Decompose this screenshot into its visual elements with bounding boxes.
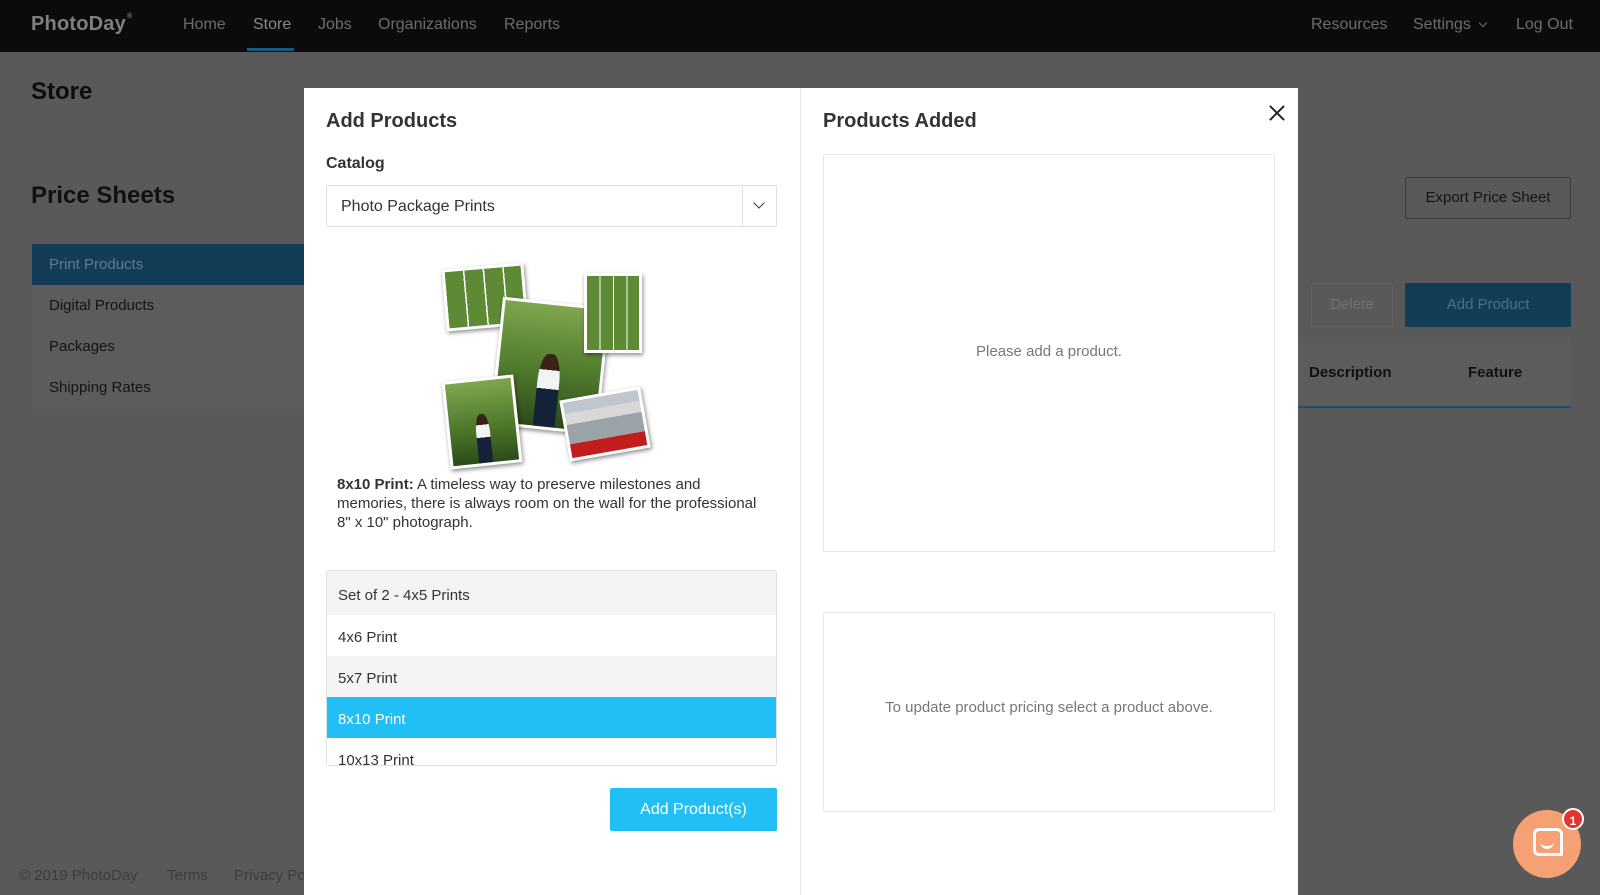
- products-added-box: Please add a product.: [823, 154, 1275, 552]
- products-added-title: Products Added: [823, 110, 977, 132]
- catalog-dropdown-toggle[interactable]: [742, 186, 776, 226]
- nav-organizations[interactable]: Organizations: [378, 16, 477, 34]
- empty-products-message: Please add a product.: [976, 343, 1122, 360]
- product-description-name: 8x10 Print:: [337, 476, 414, 493]
- catalog-select-value: Photo Package Prints: [341, 198, 495, 215]
- footer-privacy-link[interactable]: Privacy Po: [234, 867, 306, 884]
- preview-small-portrait: [441, 374, 523, 470]
- brand-logo[interactable]: PhotoDay®: [31, 13, 132, 36]
- nav-store[interactable]: Store: [253, 16, 291, 34]
- delete-button[interactable]: Delete: [1311, 283, 1393, 327]
- pricing-hint-message: To update product pricing select a produ…: [885, 699, 1213, 716]
- nav-logout[interactable]: Log Out: [1516, 16, 1573, 34]
- table-header-feature: Feature: [1468, 364, 1523, 381]
- product-item-10x13[interactable]: 10x13 Print: [327, 738, 776, 765]
- add-products-modal: Add Products Catalog Photo Package Print…: [304, 88, 1298, 895]
- top-nav: PhotoDay® Home Store Jobs Organizations …: [0, 0, 1600, 52]
- product-item-4x6[interactable]: 4x6 Print: [327, 615, 776, 656]
- preview-group-photo: [559, 386, 651, 462]
- chevron-down-icon: [1478, 18, 1488, 28]
- close-icon[interactable]: [1262, 98, 1292, 128]
- preview-wallet-strip: [584, 273, 642, 353]
- product-item-5x7[interactable]: 5x7 Print: [327, 656, 776, 697]
- sidebar-item-shipping-rates[interactable]: Shipping Rates: [32, 367, 304, 408]
- nav-settings[interactable]: Settings: [1413, 16, 1488, 34]
- product-list: Set of 2 - 4x5 Prints 4x6 Print 5x7 Prin…: [326, 570, 777, 766]
- nav-resources[interactable]: Resources: [1311, 16, 1387, 34]
- price-sheets-title: Price Sheets: [31, 182, 176, 209]
- page-title: Store: [31, 78, 93, 105]
- nav-reports[interactable]: Reports: [504, 16, 560, 34]
- nav-jobs[interactable]: Jobs: [318, 16, 352, 34]
- sidebar-item-packages[interactable]: Packages: [32, 326, 304, 367]
- catalog-label: Catalog: [326, 155, 385, 172]
- product-preview-image: [441, 258, 664, 473]
- footer-terms-link[interactable]: Terms: [167, 867, 208, 884]
- product-item-set-of-2-4x5[interactable]: Set of 2 - 4x5 Prints: [327, 571, 776, 615]
- table-header-divider: [1298, 406, 1571, 408]
- export-price-sheet-button[interactable]: Export Price Sheet: [1405, 177, 1571, 219]
- price-sheet-sidebar: Print Products Digital Products Packages…: [32, 244, 304, 410]
- modal-divider: [800, 88, 801, 895]
- chat-notification-badge: 1: [1562, 808, 1584, 830]
- catalog-select[interactable]: Photo Package Prints: [326, 185, 777, 227]
- sidebar-item-digital-products[interactable]: Digital Products: [32, 285, 304, 326]
- nav-active-indicator: [247, 48, 294, 51]
- chat-icon: [1533, 828, 1563, 856]
- add-products-title: Add Products: [326, 110, 458, 132]
- table-header-description: Description: [1309, 364, 1392, 381]
- footer-copyright: © 2019 PhotoDay: [19, 867, 138, 884]
- product-description: 8x10 Print: A timeless way to preserve m…: [337, 475, 757, 532]
- add-product-button[interactable]: Add Product: [1405, 283, 1571, 327]
- chevron-down-icon: [753, 197, 765, 209]
- sidebar-item-print-products[interactable]: Print Products: [32, 244, 304, 285]
- nav-settings-label: Settings: [1413, 16, 1471, 33]
- nav-home[interactable]: Home: [183, 16, 226, 34]
- product-item-8x10[interactable]: 8x10 Print: [327, 697, 776, 738]
- add-products-button[interactable]: Add Product(s): [610, 788, 777, 831]
- pricing-box: To update product pricing select a produ…: [823, 612, 1275, 812]
